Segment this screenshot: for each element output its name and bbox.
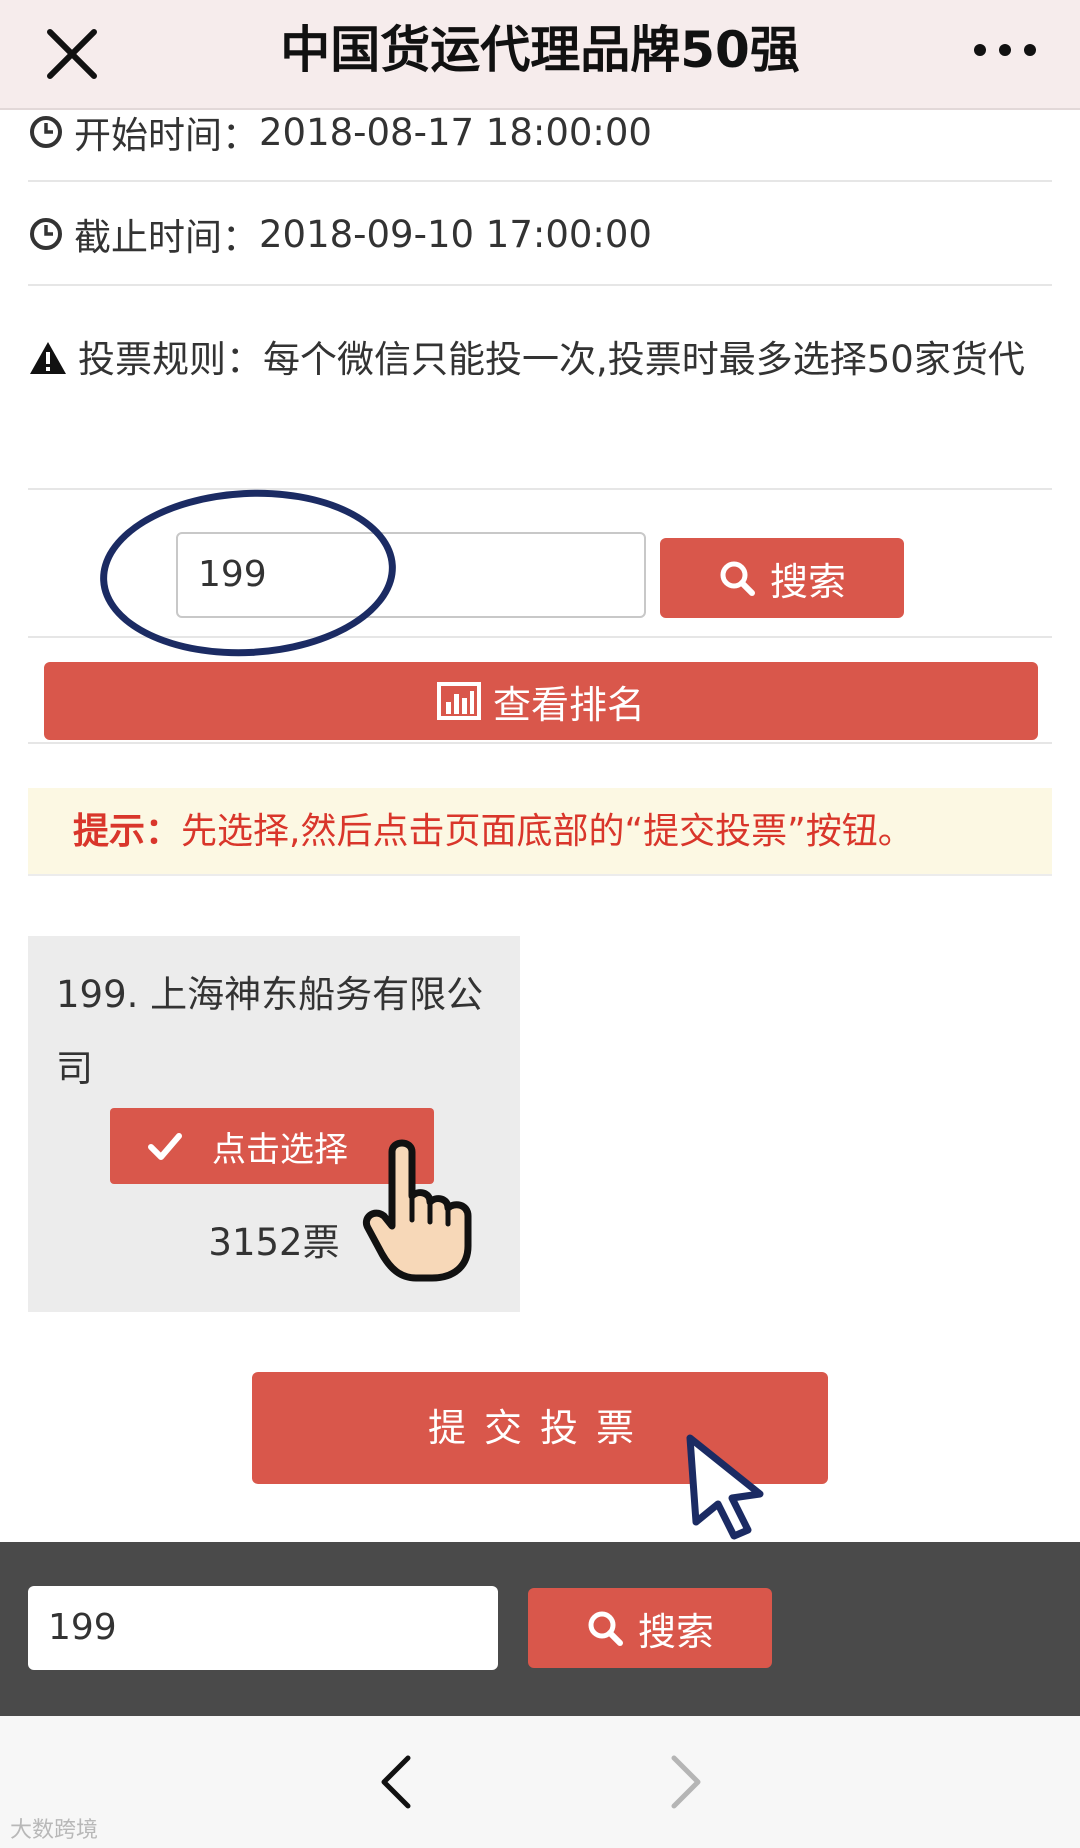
bottom-search-button[interactable]: 搜索	[528, 1588, 772, 1668]
forward-arrow-icon[interactable]	[660, 1752, 710, 1812]
start-time-value: 2018-08-17 18:00:00	[259, 110, 652, 154]
view-ranking-label: 查看排名	[492, 682, 645, 727]
browser-nav-bar	[0, 1716, 1080, 1848]
tip-banner: 提示：先选择,然后点击页面底部的“提交投票”按钮。	[28, 788, 1052, 876]
bottom-search-bar: 199 搜索	[0, 1542, 1080, 1716]
bar-chart-icon	[436, 682, 481, 720]
top-bar: 中国货运代理品牌50强	[0, 0, 1080, 110]
clock-icon	[30, 218, 62, 250]
warning-icon	[30, 342, 66, 374]
clock-icon	[30, 116, 62, 148]
search-button[interactable]: 搜索	[660, 538, 904, 618]
arrow-cursor-icon	[686, 1434, 764, 1540]
rank-row: 查看排名	[28, 640, 1052, 744]
vote-rule-text: 每个微信只能投一次,投票时最多选择50家货代	[263, 338, 1025, 381]
end-time-row: 截止时间： 2018-09-10 17:00:00	[28, 184, 1052, 286]
vote-rule-label: 投票规则：	[78, 338, 263, 381]
candidate-name: 199. 上海神东船务有限公司	[56, 973, 484, 1090]
end-time-value: 2018-09-10 17:00:00	[259, 212, 652, 256]
watermark: 大数跨境	[10, 1818, 99, 1843]
select-candidate-label: 点击选择	[212, 1129, 348, 1170]
checkmark-icon	[148, 1133, 182, 1160]
end-time-label: 截止时间：	[74, 216, 259, 259]
hand-pointer-icon	[363, 1139, 472, 1282]
tip-label: 提示：	[73, 811, 182, 852]
more-options-icon[interactable]	[970, 30, 1040, 70]
tip-text: 先选择,然后点击页面底部的“提交投票”按钮。	[181, 811, 914, 852]
bottom-search-input[interactable]: 199	[28, 1586, 498, 1670]
start-time-label: 开始时间：	[74, 114, 259, 157]
bottom-search-button-label: 搜索	[637, 1609, 714, 1654]
back-arrow-icon[interactable]	[372, 1752, 422, 1812]
search-icon	[588, 1611, 623, 1646]
start-time-row: 开始时间： 2018-08-17 18:00:00	[28, 100, 1052, 182]
search-icon	[720, 561, 755, 596]
view-ranking-button[interactable]: 查看排名	[44, 662, 1038, 740]
vote-rule-row: 投票规则：每个微信只能投一次,投票时最多选择50家货代	[28, 288, 1052, 490]
page-title: 中国货运代理品牌50强	[280, 21, 800, 79]
search-button-label: 搜索	[769, 559, 846, 604]
